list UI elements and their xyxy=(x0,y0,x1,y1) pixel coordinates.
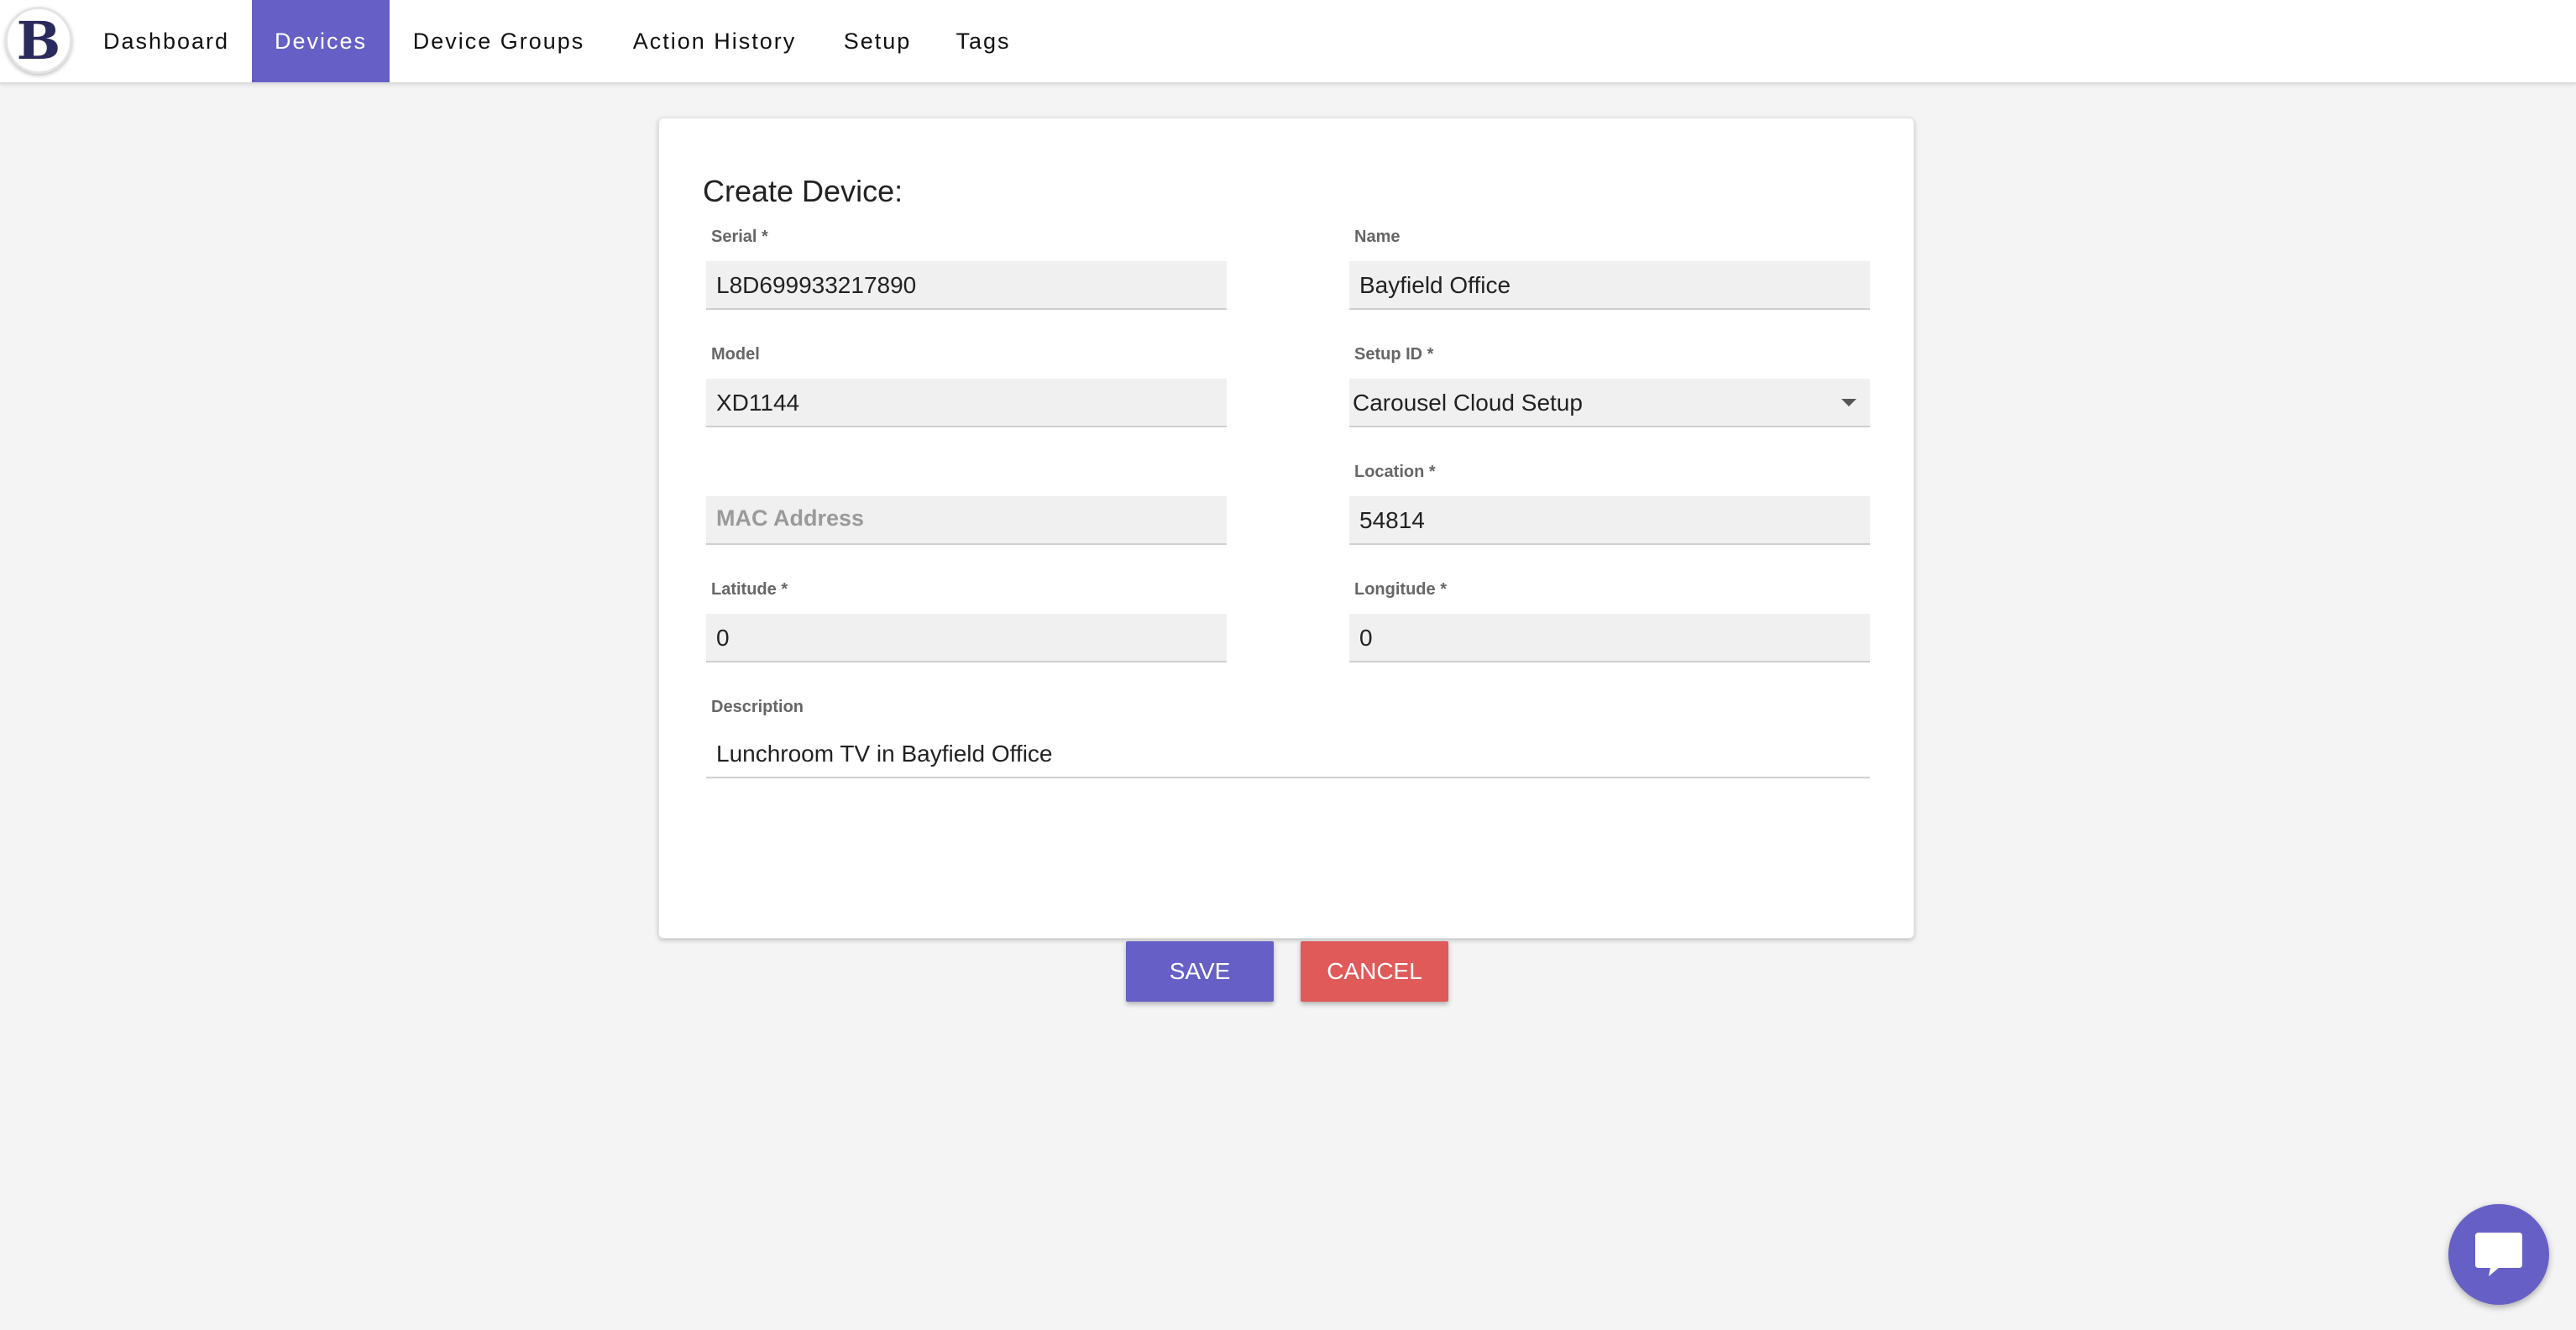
create-device-card: Create Device: Serial * L8D699933217890 … xyxy=(658,118,1914,1002)
latitude-input[interactable]: 0 xyxy=(706,614,1227,662)
latitude-label: Latitude * xyxy=(711,580,788,599)
description-input[interactable]: Lunchroom TV in Bayfield Office xyxy=(706,730,1870,778)
chat-bubble-icon xyxy=(2475,1233,2522,1276)
nav-dashboard[interactable]: Dashboard xyxy=(89,0,243,82)
cancel-button[interactable]: CANCEL xyxy=(1301,941,1448,1002)
chat-launcher-button[interactable] xyxy=(2448,1204,2549,1305)
setup-id-select[interactable]: Carousel Cloud Setup xyxy=(1349,379,1870,427)
model-input[interactable]: XD1144 xyxy=(706,379,1227,427)
serial-label: Serial * xyxy=(711,228,768,246)
chevron-down-icon[interactable] xyxy=(1841,399,1856,406)
nav-setup[interactable]: Setup xyxy=(831,0,924,82)
top-navigation-bar: B Dashboard Devices Device Groups Action… xyxy=(0,0,2576,84)
nav-action-history[interactable]: Action History xyxy=(618,0,811,82)
name-label: Name xyxy=(1354,228,1401,246)
location-label: Location * xyxy=(1354,463,1436,481)
name-input[interactable]: Bayfield Office xyxy=(1349,261,1870,310)
longitude-input[interactable]: 0 xyxy=(1349,614,1870,662)
save-button[interactable]: SAVE xyxy=(1126,941,1274,1002)
setup-id-value: Carousel Cloud Setup xyxy=(1353,390,1583,416)
setup-id-label: Setup ID * xyxy=(1354,345,1434,364)
location-input[interactable]: 54814 xyxy=(1349,496,1870,545)
nav-device-groups[interactable]: Device Groups xyxy=(400,0,598,82)
model-label: Model xyxy=(711,345,760,364)
longitude-label: Longitude * xyxy=(1354,580,1447,599)
form-title: Create Device: xyxy=(703,174,903,208)
nav-tags[interactable]: Tags xyxy=(945,0,1021,82)
description-label: Description xyxy=(711,698,804,716)
mac-address-input[interactable]: MAC Address xyxy=(706,496,1227,545)
nav-devices[interactable]: Devices xyxy=(252,0,390,82)
brand-logo[interactable]: B xyxy=(5,7,72,74)
serial-input[interactable]: L8D699933217890 xyxy=(706,261,1227,310)
